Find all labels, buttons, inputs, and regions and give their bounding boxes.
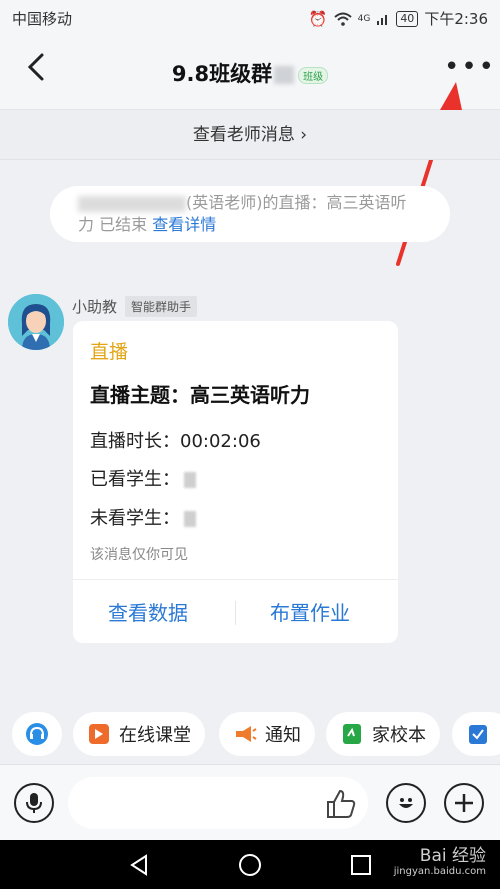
view-teacher-messages[interactable]: 查看老师消息 › bbox=[0, 110, 500, 160]
action-divider bbox=[235, 601, 236, 625]
signal-icon bbox=[377, 14, 388, 25]
emoji-button[interactable] bbox=[386, 783, 426, 823]
checklist-icon bbox=[469, 725, 487, 744]
plus-icon bbox=[455, 794, 473, 812]
network-type: 4G bbox=[357, 13, 371, 24]
assign-homework-button[interactable]: 布置作业 bbox=[270, 597, 350, 626]
notebook-icon bbox=[343, 724, 361, 744]
watermark-url: jingyan.baidu.com bbox=[393, 866, 486, 877]
redacted-teacher-name bbox=[78, 195, 186, 212]
watermark-brand: Bai 经验 bbox=[419, 846, 486, 866]
watermark: Bai 经验 jingyan.baidu.com bbox=[394, 848, 486, 880]
voice-button[interactable] bbox=[14, 783, 54, 823]
assistant-shortcut[interactable] bbox=[12, 712, 62, 756]
live-topic: 直播主题：高三英语听力 bbox=[90, 383, 310, 407]
unwatched-label: 未看学生： bbox=[90, 508, 180, 529]
wifi-icon bbox=[333, 12, 352, 26]
duration-row: 直播时长：00:02:06 bbox=[90, 427, 261, 453]
more-options-icon[interactable]: ••• bbox=[444, 54, 496, 80]
live-ended-notice: (英语老师)的直播：高三英语听力 已结束 查看详情 bbox=[50, 186, 450, 242]
online-class-icon bbox=[89, 724, 109, 744]
system-nav-bar: Bai 经验 jingyan.baidu.com bbox=[0, 840, 500, 889]
duration-value: 00:02:06 bbox=[180, 431, 261, 452]
sender-name: 小助教 bbox=[72, 298, 118, 316]
clock: 下午2:36 bbox=[424, 10, 488, 28]
alarm-icon: ⏰ bbox=[308, 9, 328, 28]
redacted-count bbox=[184, 511, 196, 527]
nav-recents-icon[interactable] bbox=[350, 854, 372, 876]
shortcut-label: 通知 bbox=[265, 725, 301, 746]
unwatched-row: 未看学生： bbox=[90, 504, 196, 530]
card-kind: 直播 bbox=[90, 341, 129, 363]
assistant-avatar-icon bbox=[8, 294, 64, 350]
smiley-icon bbox=[399, 798, 413, 808]
class-badge: 班级 bbox=[298, 66, 329, 84]
megaphone-icon bbox=[236, 726, 257, 742]
watched-label: 已看学生： bbox=[90, 469, 180, 490]
redacted-name bbox=[274, 66, 295, 84]
shortcut-online-class[interactable]: 在线课堂 bbox=[73, 712, 205, 756]
status-bar: 中国移动 ⏰ 4G 40 下午2:36 bbox=[0, 0, 500, 34]
live-summary-card[interactable]: 直播 直播主题：高三英语听力 直播时长：00:02:06 已看学生： 未看学生：… bbox=[73, 321, 398, 643]
microphone-icon bbox=[26, 793, 42, 813]
thumbs-up-icon[interactable] bbox=[324, 787, 358, 821]
view-details-link[interactable]: 查看详情 bbox=[152, 215, 216, 234]
sender-tag: 智能群助手 bbox=[125, 296, 198, 317]
add-attachment-button[interactable] bbox=[444, 783, 484, 823]
nav-home-icon[interactable] bbox=[238, 853, 262, 877]
watched-row: 已看学生： bbox=[90, 465, 196, 491]
status-icons: ⏰ 4G 40 下午2:36 bbox=[309, 8, 488, 29]
nav-back-icon[interactable] bbox=[128, 854, 150, 876]
shortcut-bar: 在线课堂 通知 家校本 bbox=[0, 706, 500, 762]
avatar[interactable] bbox=[8, 294, 64, 350]
shortcut-label: 在线课堂 bbox=[119, 725, 191, 746]
message-sender: 小助教 智能群助手 bbox=[72, 296, 198, 317]
view-data-button[interactable]: 查看数据 bbox=[108, 597, 188, 626]
visibility-note: 该消息仅你可见 bbox=[90, 547, 188, 563]
redacted-count bbox=[184, 472, 196, 488]
group-name: 9.8班级群 bbox=[171, 62, 273, 86]
card-divider bbox=[73, 579, 398, 580]
shortcut-label: 家校本 bbox=[372, 725, 426, 746]
shortcut-notice[interactable]: 通知 bbox=[219, 712, 315, 756]
duration-label: 直播时长： bbox=[90, 431, 180, 452]
message-input[interactable] bbox=[68, 777, 368, 829]
shortcut-home-school-book[interactable]: 家校本 bbox=[326, 712, 440, 756]
battery-indicator: 40 bbox=[396, 10, 419, 27]
headset-icon bbox=[26, 723, 48, 745]
message-input-bar bbox=[0, 764, 500, 840]
shortcut-more[interactable] bbox=[452, 712, 500, 756]
carrier-name: 中国移动 bbox=[12, 10, 73, 28]
